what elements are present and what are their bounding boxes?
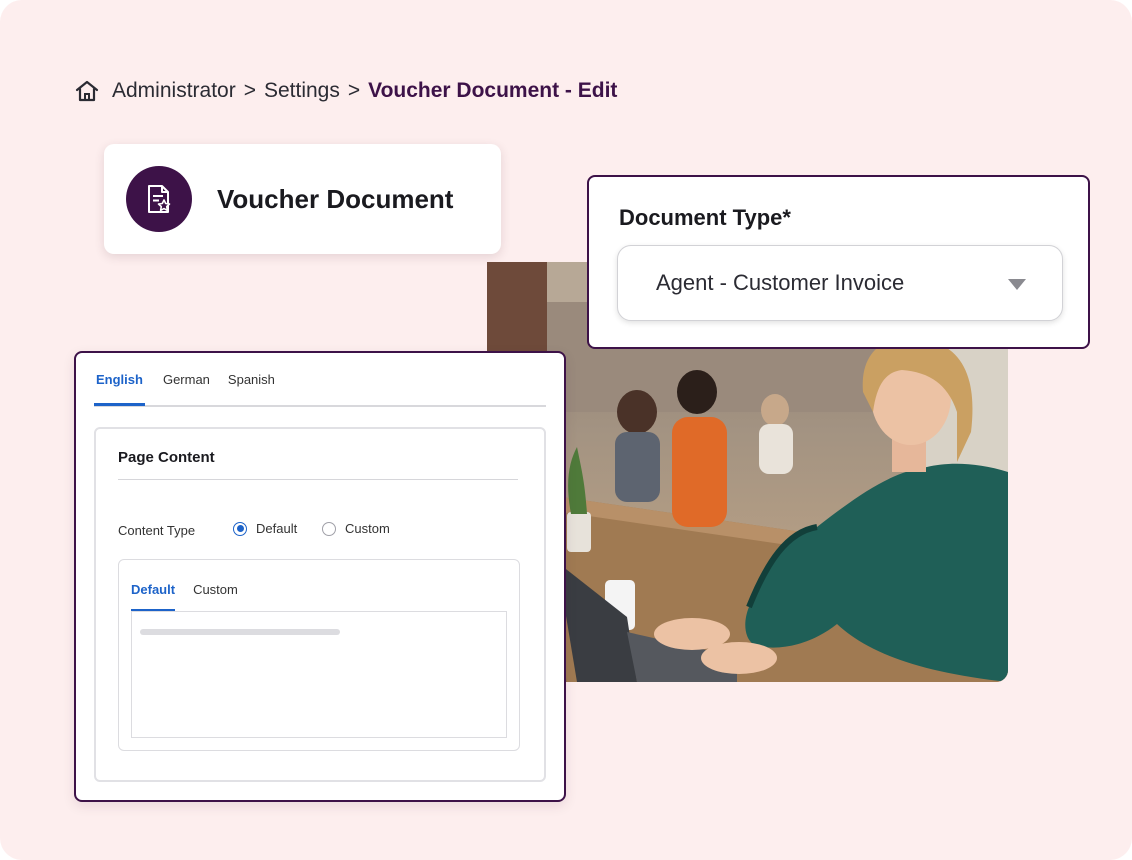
content-type-label: Content Type [118,523,196,538]
page-content-section: Page Content Content Type Default Custom… [94,427,546,782]
breadcrumb: Administrator > Settings > Voucher Docum… [74,76,617,106]
tab-english[interactable]: English [94,353,145,406]
tab-spanish[interactable]: Spanish [228,353,275,403]
tab-editor-custom[interactable]: Custom [193,560,238,612]
editor-tabs: Default Custom [131,560,238,612]
canvas: Administrator > Settings > Voucher Docum… [0,0,1132,860]
home-icon[interactable] [74,79,100,103]
document-star-icon [126,166,192,232]
radio-label-custom: Custom [345,521,390,536]
editor-box: Default Custom [118,559,520,751]
breadcrumb-item-settings[interactable]: Settings [264,79,340,103]
breadcrumb-current: Voucher Document - Edit [368,79,618,102]
radio-label-default: Default [256,521,298,536]
breadcrumb-item-administrator[interactable]: Administrator [112,79,236,103]
content-type-custom-radio[interactable]: Custom [322,521,390,536]
placeholder-line [140,629,340,635]
page-content-title: Page Content [118,449,215,466]
divider [118,479,518,480]
tab-german[interactable]: German [163,353,210,403]
breadcrumb-separator: > [243,79,256,102]
document-type-label: Document Type* [619,205,791,230]
chevron-down-icon[interactable] [1008,279,1026,290]
document-type-value: Agent - Customer Invoice [656,270,905,295]
editor-textarea[interactable] [131,611,507,738]
radio-unselected-icon[interactable] [322,521,336,536]
breadcrumb-separator: > [347,79,361,102]
voucher-card: Voucher Document [104,144,501,254]
document-type-card: Document Type* Agent - Customer Invoice [587,175,1090,349]
language-tabs: English German Spanish [94,353,546,407]
voucher-title: Voucher Document [217,183,454,214]
radio-selected-icon[interactable] [233,521,247,536]
document-type-select[interactable]: Agent - Customer Invoice [617,245,1063,321]
content-editor-panel: English German Spanish Page Content Cont… [74,351,566,802]
tab-editor-default[interactable]: Default [131,560,176,612]
content-type-default-radio[interactable]: Default [233,521,297,536]
